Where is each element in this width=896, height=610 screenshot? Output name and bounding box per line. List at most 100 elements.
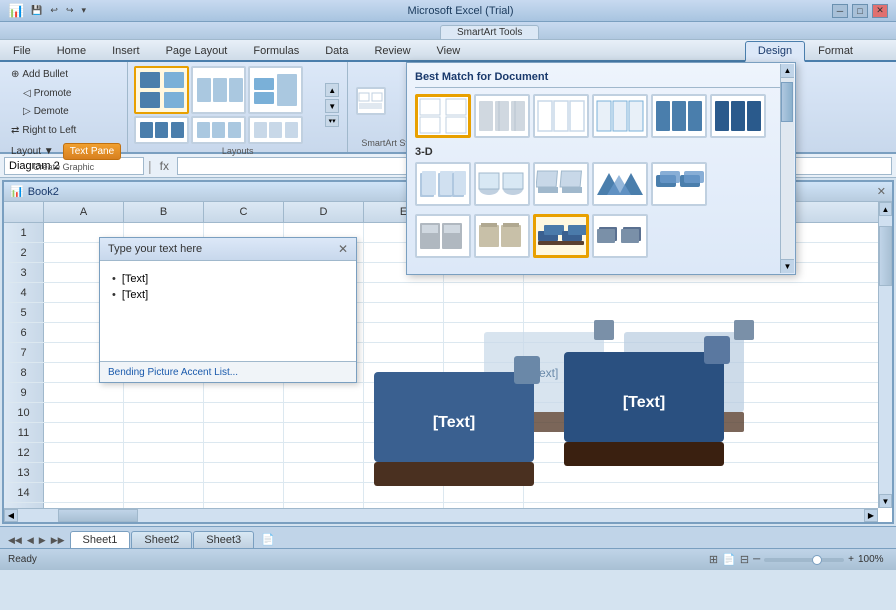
sheet-tab-3[interactable]: Sheet3: [193, 531, 254, 548]
text-item-1[interactable]: [Text]: [122, 273, 148, 285]
col-header-d[interactable]: D: [284, 202, 364, 222]
layout-btn[interactable]: Layout ▼: [6, 143, 59, 160]
layout-thumb-5[interactable]: [191, 116, 246, 144]
normal-view-btn[interactable]: ⊞: [709, 553, 718, 566]
scroll-up-btn[interactable]: ▲: [781, 64, 794, 78]
minimize-btn[interactable]: ─: [832, 4, 848, 18]
tab-view[interactable]: View: [424, 41, 474, 60]
ribbon-tab-bar: File Home Insert Page Layout Formulas Da…: [0, 40, 896, 62]
h-scrollbar[interactable]: ◀ ▶: [4, 508, 878, 522]
popup-scrollbar[interactable]: ▲ ▼: [780, 64, 794, 273]
style-thumb-3d-8[interactable]: [533, 214, 589, 258]
layout-thumb-2[interactable]: [191, 66, 246, 114]
fx-label[interactable]: fx: [156, 159, 173, 173]
scroll-down-arrow[interactable]: ▼: [325, 99, 339, 113]
close-btn[interactable]: ✕: [872, 4, 888, 18]
excel-icon: 📊: [8, 3, 24, 19]
zoom-level: 100%: [858, 554, 888, 565]
undo-qat-btn[interactable]: ↩: [47, 4, 61, 17]
h-scroll-right-btn[interactable]: ▶: [864, 509, 878, 522]
layout-thumb-4[interactable]: [134, 116, 189, 144]
promote-btn[interactable]: ◁ Promote: [18, 85, 121, 102]
style-thumb-r1-3[interactable]: [533, 94, 589, 138]
style-thumb-r1-5[interactable]: [651, 94, 707, 138]
sheet-tab-2[interactable]: Sheet2: [131, 531, 192, 548]
style-thumb-3d-9[interactable]: [592, 214, 648, 258]
qat-dropdown[interactable]: ▾: [79, 4, 90, 17]
h-scroll-left-btn[interactable]: ◀: [4, 509, 18, 522]
tab-design[interactable]: Design: [745, 41, 805, 62]
style-thumb-3d-2[interactable]: [474, 162, 530, 206]
tab-data[interactable]: Data: [312, 41, 361, 60]
tab-page-layout[interactable]: Page Layout: [153, 41, 241, 60]
demote-icon: ▷: [23, 106, 31, 117]
col-header-a[interactable]: A: [44, 202, 124, 222]
tab-file[interactable]: File: [0, 41, 44, 60]
page-break-btn[interactable]: ⊟: [740, 553, 749, 566]
col-header-b[interactable]: B: [124, 202, 204, 222]
scroll-up-arrow[interactable]: ▲: [325, 83, 339, 97]
styles-popup-title: Best Match for Document: [415, 71, 787, 88]
save-qat-btn[interactable]: 💾: [28, 4, 45, 17]
redo-qat-btn[interactable]: ↪: [63, 4, 77, 17]
demote-btn[interactable]: ▷ Demote: [18, 103, 121, 120]
workbook-close-btn[interactable]: ✕: [877, 185, 886, 198]
styles-grid-row3: [415, 214, 787, 258]
style-thumb-1[interactable]: [356, 87, 386, 115]
style-thumb-r1-6[interactable]: [710, 94, 766, 138]
text-pane-btn[interactable]: Text Pane: [63, 143, 121, 160]
style-thumb-selected[interactable]: [415, 94, 471, 138]
insert-sheet-btn[interactable]: 📄: [255, 531, 281, 548]
layout-thumb-6[interactable]: [248, 116, 303, 144]
styles-popup: Best Match for Document: [406, 62, 796, 275]
style-thumb-3d-3[interactable]: [533, 162, 589, 206]
layout-thumb-3[interactable]: [248, 66, 303, 114]
sheet-tab-1[interactable]: Sheet1: [70, 531, 131, 548]
style-thumb-r1-4[interactable]: [592, 94, 648, 138]
text-pane-footer-link[interactable]: Bending Picture Accent List...: [108, 367, 238, 378]
layouts-section: ▲ ▼ ▾▾ Layouts: [128, 62, 348, 152]
tab-format[interactable]: Format: [805, 41, 866, 60]
style-thumb-3d-1[interactable]: [415, 162, 471, 206]
sheet-nav-last[interactable]: ▶▶: [49, 533, 67, 548]
v-scroll-down-btn[interactable]: ▼: [879, 494, 892, 508]
style-thumb-3d-5[interactable]: [651, 162, 707, 206]
v-scroll-up-btn[interactable]: ▲: [879, 202, 892, 216]
3d-section-label: 3-D: [415, 146, 787, 158]
page-layout-btn[interactable]: 📄: [722, 553, 736, 566]
corner-cell: [4, 202, 44, 222]
add-bullet-btn[interactable]: ⊕ Add Bullet: [6, 66, 121, 83]
right-to-left-btn[interactable]: ⇄ Right to Left: [6, 122, 121, 139]
zoom-slider[interactable]: [764, 558, 844, 562]
style-thumb-3d-6[interactable]: [415, 214, 471, 258]
sheet-nav-next[interactable]: ▶: [37, 533, 48, 548]
col-header-c[interactable]: C: [204, 202, 284, 222]
sheet-nav-first[interactable]: ◀◀: [6, 533, 24, 548]
scroll-down-btn[interactable]: ▼: [781, 259, 794, 273]
sheet-nav-prev[interactable]: ◀: [25, 533, 36, 548]
text-item-2[interactable]: [Text]: [122, 289, 148, 301]
tab-review[interactable]: Review: [361, 41, 423, 60]
scroll-expand-arrow[interactable]: ▾▾: [325, 115, 339, 127]
create-graphic-section: ⊕ Add Bullet ◁ Promote ▷ Demote ⇄ Right …: [0, 62, 128, 152]
zoom-out-btn[interactable]: ─: [753, 554, 760, 565]
svg-text:[Text]: [Text]: [433, 414, 475, 431]
tab-formulas[interactable]: Formulas: [240, 41, 312, 60]
tab-insert[interactable]: Insert: [99, 41, 153, 60]
rtl-icon: ⇄: [11, 125, 19, 136]
workbook-title: 📊 Book2: [10, 185, 59, 198]
title-bar-controls[interactable]: ─ □ ✕: [832, 4, 888, 18]
tab-home[interactable]: Home: [44, 41, 99, 60]
smartart-canvas[interactable]: [Text] [Text]: [344, 292, 844, 492]
styles-grid-row2: [415, 162, 787, 206]
text-pane-close-btn[interactable]: ✕: [338, 242, 348, 256]
v-scrollbar[interactable]: ▲ ▼: [878, 202, 892, 508]
zoom-in-btn[interactable]: +: [848, 554, 854, 565]
style-thumb-3d-7[interactable]: [474, 214, 530, 258]
layout-thumb-1[interactable]: [134, 66, 189, 114]
style-thumb-r1-2[interactable]: [474, 94, 530, 138]
maximize-btn[interactable]: □: [852, 4, 868, 18]
bullet-icon: •: [112, 289, 116, 301]
ribbon: ⊕ Add Bullet ◁ Promote ▷ Demote ⇄ Right …: [0, 62, 896, 154]
style-thumb-3d-4[interactable]: [592, 162, 648, 206]
